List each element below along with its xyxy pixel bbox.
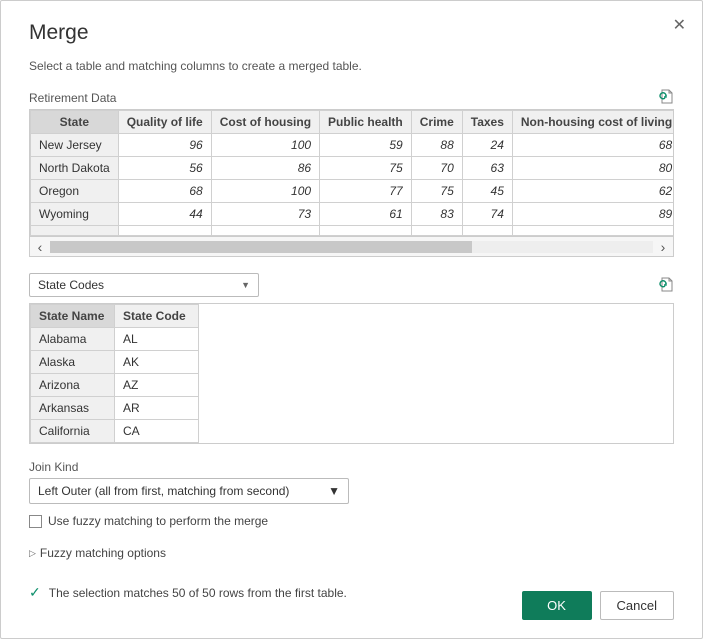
chevron-right-icon: ▷ [29, 548, 36, 559]
chevron-down-icon: ▼ [328, 484, 340, 498]
dialog-title: Merge [29, 21, 674, 45]
join-kind-label: Join Kind [29, 460, 674, 474]
dialog-footer: OK Cancel [522, 591, 674, 620]
scroll-thumb[interactable] [50, 241, 472, 253]
cancel-button[interactable]: Cancel [600, 591, 674, 620]
scroll-right-icon[interactable]: › [653, 239, 673, 255]
table2-dropdown-label: State Codes [38, 278, 104, 292]
col-taxes[interactable]: Taxes [462, 111, 512, 134]
table1-label: Retirement Data [29, 91, 116, 105]
col-quality[interactable]: Quality of life [118, 111, 211, 134]
table-row[interactable]: Arkansas AR [31, 397, 199, 420]
col-state-code[interactable]: State Code [115, 305, 199, 328]
table-row-cutoff [31, 226, 675, 236]
table1[interactable]: State Quality of life Cost of housing Pu… [30, 110, 674, 236]
table-row[interactable]: Oregon 68 100 77 75 45 62 [31, 180, 675, 203]
fuzzy-options-label: Fuzzy matching options [40, 546, 166, 560]
col-state[interactable]: State [31, 111, 119, 134]
table-row[interactable]: North Dakota 56 86 75 70 63 80 [31, 157, 675, 180]
fuzzy-options-expander[interactable]: ▷ Fuzzy matching options [29, 546, 674, 560]
table1-header-row: State Quality of life Cost of housing Pu… [31, 111, 675, 134]
refresh-icon[interactable] [658, 277, 674, 293]
table2-select-dropdown[interactable]: State Codes ▼ [29, 273, 259, 297]
table1-hscrollbar[interactable]: ‹ › [29, 237, 674, 257]
fuzzy-checkbox-label: Use fuzzy matching to perform the merge [48, 514, 268, 528]
table-row[interactable]: New Jersey 96 100 59 88 24 68 [31, 134, 675, 157]
merge-dialog: ✕ Merge Select a table and matching colu… [0, 0, 703, 639]
chevron-down-icon: ▼ [241, 280, 250, 290]
scroll-track[interactable] [50, 241, 653, 253]
close-icon[interactable]: ✕ [673, 15, 686, 35]
table-row[interactable]: Arizona AZ [31, 374, 199, 397]
fuzzy-checkbox[interactable] [29, 515, 42, 528]
status-text: The selection matches 50 of 50 rows from… [49, 586, 347, 600]
check-icon: ✓ [29, 584, 41, 601]
scroll-left-icon[interactable]: ‹ [30, 239, 50, 255]
fuzzy-checkbox-row[interactable]: Use fuzzy matching to perform the merge [29, 514, 674, 528]
col-health[interactable]: Public health [320, 111, 412, 134]
table2-container: State Name State Code Alabama AL Alaska … [29, 303, 674, 444]
join-kind-selected: Left Outer (all from first, matching fro… [38, 484, 289, 498]
col-nonhousing[interactable]: Non-housing cost of living [512, 111, 674, 134]
dialog-subtitle: Select a table and matching columns to c… [29, 59, 674, 73]
table-row[interactable]: Alabama AL [31, 328, 199, 351]
table2[interactable]: State Name State Code Alabama AL Alaska … [30, 304, 199, 443]
table-row[interactable]: Alaska AK [31, 351, 199, 374]
table1-container: State Quality of life Cost of housing Pu… [29, 109, 674, 237]
col-housing[interactable]: Cost of housing [211, 111, 319, 134]
refresh-icon[interactable] [658, 89, 674, 105]
table-row[interactable]: Wyoming 44 73 61 83 74 89 [31, 203, 675, 226]
table-row[interactable]: California CA [31, 420, 199, 443]
col-crime[interactable]: Crime [411, 111, 462, 134]
col-state-name[interactable]: State Name [31, 305, 115, 328]
table2-header-row: State Name State Code [31, 305, 199, 328]
join-kind-dropdown[interactable]: Left Outer (all from first, matching fro… [29, 478, 349, 504]
ok-button[interactable]: OK [522, 591, 592, 620]
